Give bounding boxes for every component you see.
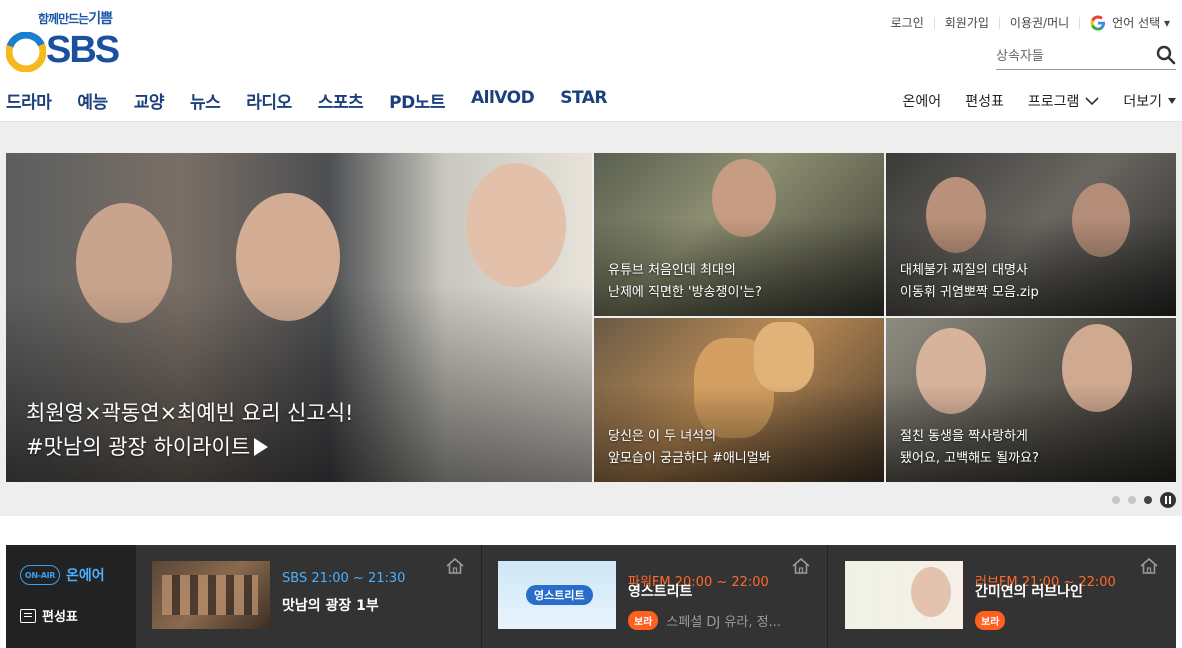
- site-header: 함께만드는기쁨 SBS 로그인 회원가입 이용권/머니 언어 선택 ▾ 상속자들…: [0, 0, 1182, 122]
- hero-main-tile[interactable]: 최원영×곽동연×최예빈 요리 신고식! #맛남의 광장 하이라이트: [6, 153, 592, 482]
- join-link[interactable]: 회원가입: [935, 16, 1000, 29]
- channel-card-lovefm[interactable]: 러브FM 21:00 ~ 22:00 간미연의 러브나인 보라: [829, 545, 1175, 648]
- hero-tile-4[interactable]: 절친 동생을 짝사랑하게 됐어요, 고백해도 될까요?: [886, 318, 1176, 482]
- nav-programs[interactable]: 프로그램: [1028, 91, 1100, 111]
- hero-tile-1[interactable]: 유튜브 처음인데 최대의 난제에 직면한 '방송쟁이'는?: [594, 153, 884, 316]
- voucher-link[interactable]: 이용권/머니: [1000, 16, 1081, 29]
- logo-wordmark: SBS: [46, 29, 120, 71]
- logo-tagline: 함께만드는기쁨: [38, 11, 113, 27]
- nav-programs-label: 프로그램: [1027, 94, 1080, 110]
- utility-menu: 로그인 회원가입 이용권/머니 언어 선택 ▾: [881, 14, 1170, 31]
- channel-program-title: 간미연의 러브나인: [975, 584, 1083, 600]
- search-input[interactable]: [996, 44, 1146, 68]
- onair-label: 온에어: [66, 568, 105, 584]
- hero-tile-1-line2: 난제에 직면한 '방송쟁이'는?: [608, 285, 762, 300]
- schedule-link[interactable]: 편성표: [20, 606, 78, 625]
- language-select[interactable]: 언어 선택 ▾: [1080, 14, 1170, 31]
- login-link[interactable]: 로그인: [881, 16, 935, 29]
- nav-culture[interactable]: 교양: [134, 88, 165, 113]
- hero-main-caption: 최원영×곽동연×최예빈 요리 신고식! #맛남의 광장 하이라이트: [26, 396, 353, 464]
- nav-star[interactable]: STAR: [560, 88, 607, 113]
- nav-schedule[interactable]: 편성표: [965, 91, 1004, 111]
- hero-tile-2-caption: 대체불가 찌질의 대명사 이동휘 귀염뽀짝 모음.zip: [900, 260, 1039, 304]
- hero-tile-1-caption: 유튜브 처음인데 최대의 난제에 직면한 '방송쟁이'는?: [608, 260, 762, 304]
- bora-badge[interactable]: 보라: [975, 611, 1006, 630]
- hero-main-line2: #맛남의 광장 하이라이트: [26, 435, 251, 459]
- schedule-list-icon: [20, 608, 36, 623]
- nav-more[interactable]: 더보기: [1123, 91, 1176, 111]
- sbs-logo-mark-icon: [6, 32, 46, 72]
- channel-sub: 보라: [975, 611, 1006, 630]
- slide-dot[interactable]: [1112, 496, 1120, 504]
- slide-dot-active[interactable]: [1144, 496, 1152, 504]
- home-icon[interactable]: [445, 557, 465, 575]
- hero-tile-4-caption: 절친 동생을 짝사랑하게 됐어요, 고백해도 될까요?: [900, 426, 1039, 470]
- caret-down-icon: [1168, 98, 1176, 104]
- home-icon[interactable]: [791, 557, 811, 575]
- hero-tile-3-line1: 당신은 이 두 녀석의: [608, 429, 717, 444]
- nav-more-label: 더보기: [1123, 94, 1162, 110]
- chevron-down-icon: [1085, 97, 1099, 106]
- person-image: [466, 163, 566, 287]
- channel-program-title: 영스트리트: [628, 584, 693, 600]
- main-nav: 드라마 예능 교양 뉴스 라디오 스포츠 PD노트 AllVOD STAR: [6, 88, 633, 113]
- slide-dot[interactable]: [1128, 496, 1136, 504]
- thumb-logo-text: 영스트리트: [526, 585, 593, 605]
- nav-pdnote[interactable]: PD노트: [389, 88, 445, 113]
- channel-sub: 보라 스페셜 DJ 유라, 정...: [628, 611, 781, 630]
- nav-radio[interactable]: 라디오: [246, 88, 292, 113]
- home-icon[interactable]: [1139, 557, 1159, 575]
- channel-thumbnail: 영스트리트: [498, 561, 616, 629]
- nav-news[interactable]: 뉴스: [190, 88, 221, 113]
- hero-tile-3-caption: 당신은 이 두 녀석의 앞모습이 궁금하다 #애니멀봐: [608, 426, 771, 470]
- sbs-logo[interactable]: 함께만드는기쁨 SBS: [6, 6, 126, 72]
- onair-bar: ON-AIR 온에어 편성표 SBS 21:00 ~ 21:30 맛남의 광장 …: [6, 545, 1176, 648]
- channel-thumbnail: [845, 561, 963, 629]
- hero-tile-3[interactable]: 당신은 이 두 녀석의 앞모습이 궁금하다 #애니멀봐: [594, 318, 884, 482]
- hero-tile-1-line1: 유튜브 처음인데 최대의: [608, 263, 736, 278]
- onair-side: ON-AIR 온에어 편성표: [6, 545, 136, 648]
- nav-allvod[interactable]: AllVOD: [471, 88, 535, 113]
- onair-link[interactable]: ON-AIR 온에어: [20, 565, 105, 585]
- language-label: 언어 선택 ▾: [1112, 16, 1170, 30]
- hero-tile-2-line1: 대체불가 찌질의 대명사: [900, 263, 1028, 278]
- google-icon: [1090, 15, 1106, 30]
- dog-image: [754, 322, 814, 392]
- hero-tile-2[interactable]: 대체불가 찌질의 대명사 이동휘 귀염뽀짝 모음.zip: [886, 153, 1176, 316]
- search-box: [996, 44, 1176, 70]
- channel-sub-text: 스페셜 DJ 유라, 정...: [666, 615, 781, 630]
- bora-badge[interactable]: 보라: [628, 611, 659, 630]
- nav-onair[interactable]: 온에어: [903, 91, 942, 111]
- search-icon[interactable]: [1156, 45, 1176, 65]
- nav-drama[interactable]: 드라마: [6, 88, 52, 113]
- channel-card-sbs[interactable]: SBS 21:00 ~ 21:30 맛남의 광장 1부: [136, 545, 482, 648]
- schedule-label: 편성표: [42, 610, 78, 625]
- channel-card-powerfm[interactable]: 영스트리트 파워FM 20:00 ~ 22:00 영스트리트 보라 스페셜 DJ…: [482, 545, 828, 648]
- hero-tile-4-line1: 절친 동생을 짝사랑하게: [900, 429, 1028, 444]
- pause-icon[interactable]: [1160, 492, 1176, 508]
- onair-badge-icon: ON-AIR: [20, 565, 60, 585]
- person-image: [911, 567, 951, 617]
- hero-main-line1: 최원영×곽동연×최예빈 요리 신고식!: [26, 401, 354, 425]
- channel-thumbnail: [152, 561, 270, 629]
- channel-program-title: 맛남의 광장 1부: [282, 598, 379, 614]
- hero-tile-4-line2: 됐어요, 고백해도 될까요?: [900, 451, 1039, 466]
- hero-tile-3-line2: 앞모습이 궁금하다 #애니멀봐: [608, 451, 771, 466]
- nav-sports[interactable]: 스포츠: [318, 88, 364, 113]
- channel-time: SBS 21:00 ~ 21:30: [282, 571, 406, 586]
- nav-entertainment[interactable]: 예능: [77, 88, 108, 113]
- hero-tile-2-line2: 이동휘 귀염뽀짝 모음.zip: [900, 285, 1039, 300]
- slide-pagination: [1112, 492, 1176, 508]
- hero-section: 최원영×곽동연×최예빈 요리 신고식! #맛남의 광장 하이라이트 유튜브 처음…: [0, 122, 1182, 516]
- play-icon: [254, 438, 269, 456]
- nav-right: 온에어 편성표 프로그램 더보기: [903, 91, 1176, 111]
